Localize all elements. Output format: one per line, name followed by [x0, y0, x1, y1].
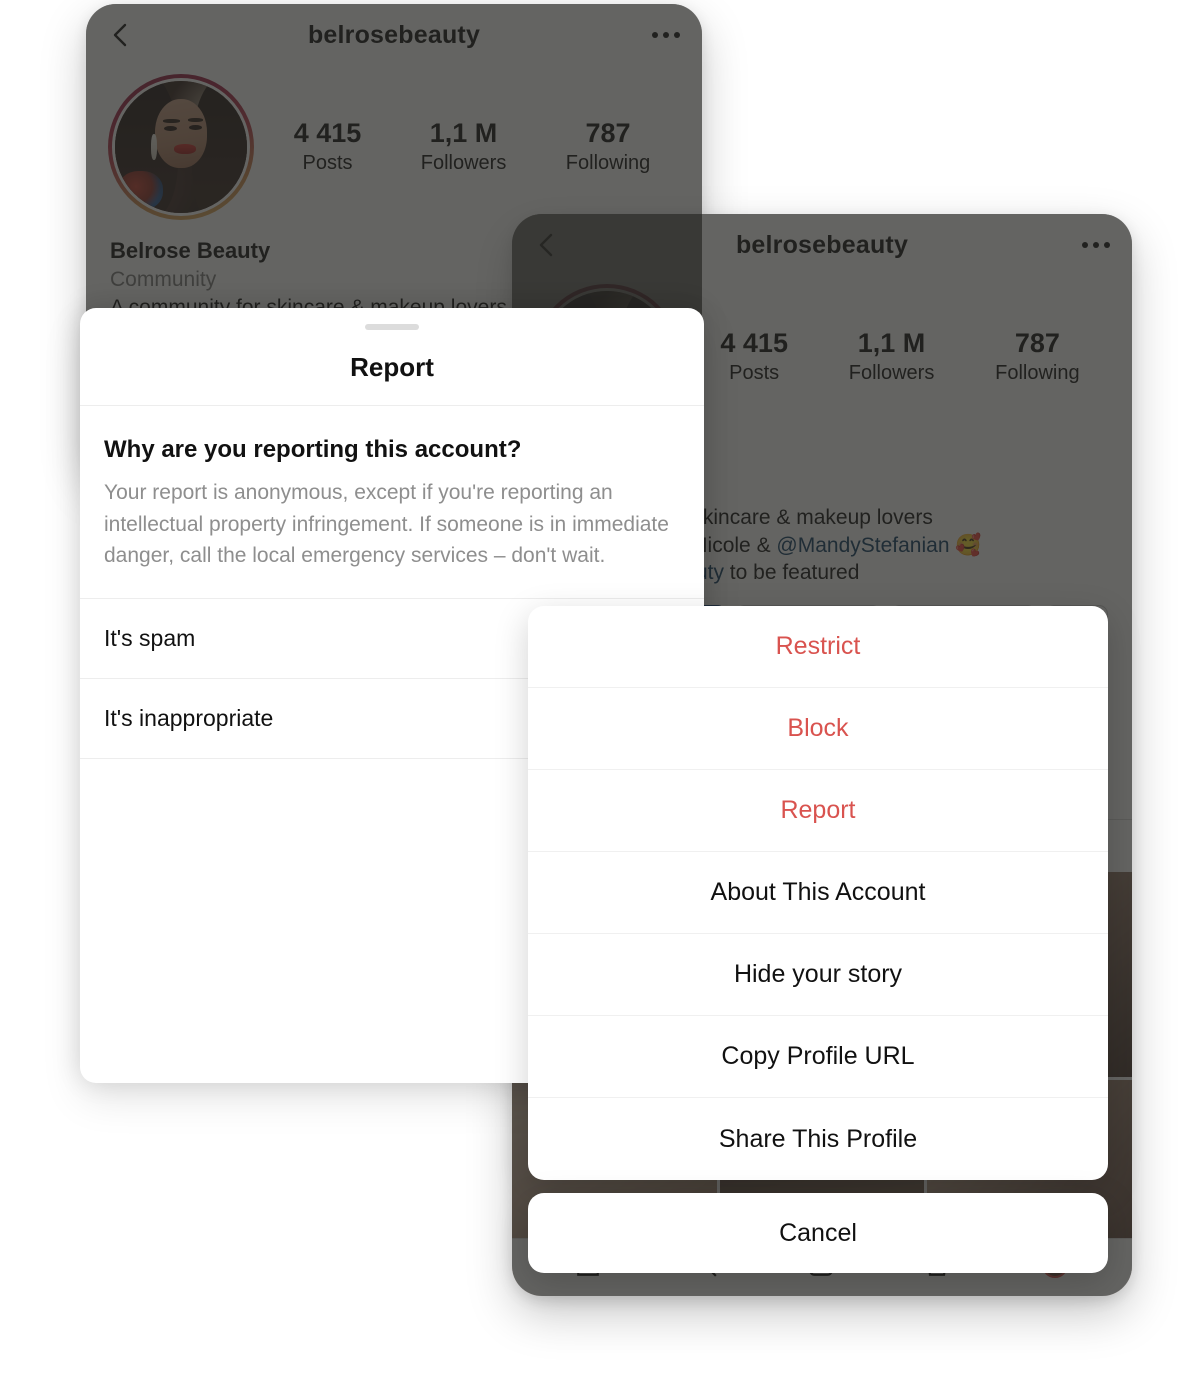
profile-action-sheet: Restrict Block Report About This Account… [528, 606, 1108, 1180]
drag-handle[interactable] [365, 324, 419, 330]
report-description: Your report is anonymous, except if you'… [104, 481, 669, 568]
action-cancel-button[interactable]: Cancel [528, 1193, 1108, 1273]
action-hide-your-story[interactable]: Hide your story [528, 934, 1108, 1016]
report-sheet-intro: Why are you reporting this account? Your… [80, 406, 704, 599]
action-copy-profile-url[interactable]: Copy Profile URL [528, 1016, 1108, 1098]
action-report[interactable]: Report [528, 770, 1108, 852]
action-block[interactable]: Block [528, 688, 1108, 770]
report-question: Why are you reporting this account? [104, 436, 522, 463]
screenshot-canvas: belrosebeauty 4 415 Posts [0, 0, 1200, 1396]
action-about-this-account[interactable]: About This Account [528, 852, 1108, 934]
action-restrict[interactable]: Restrict [528, 606, 1108, 688]
action-share-this-profile[interactable]: Share This Profile [528, 1098, 1108, 1180]
report-sheet-title: Report [80, 352, 704, 406]
